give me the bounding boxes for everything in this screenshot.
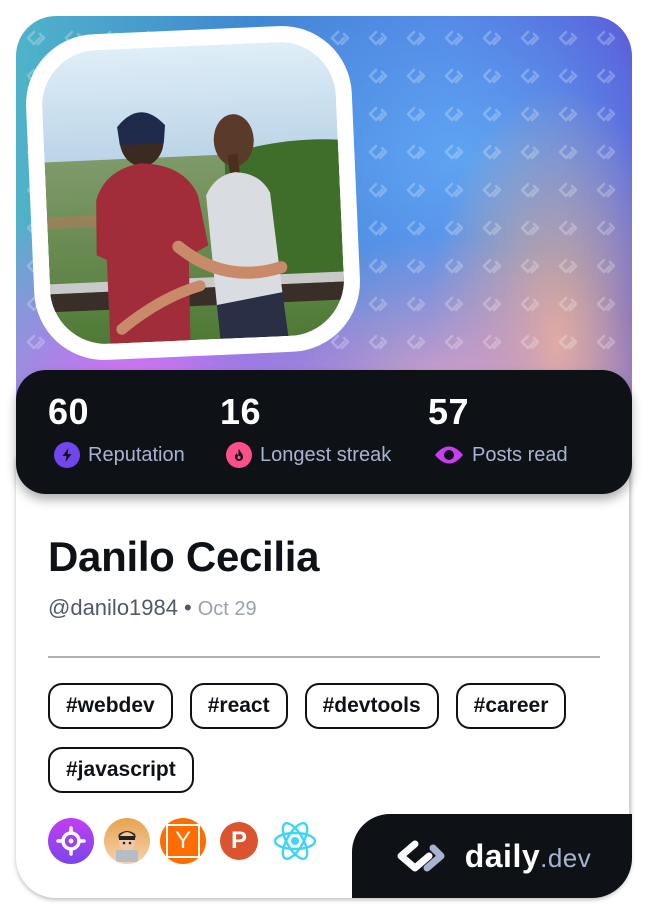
- profile-photo-image: [39, 39, 347, 347]
- lightning-icon: [54, 442, 80, 468]
- profile-handle: @danilo1984: [48, 595, 178, 620]
- product-hunt-icon[interactable]: P: [220, 822, 258, 860]
- tag-list: #webdev #react #devtools #career #javasc…: [48, 683, 608, 793]
- flame-icon: [226, 442, 252, 468]
- stat-posts-read: 57 Posts read: [428, 392, 568, 468]
- profile-meta: @danilo1984 • Oct 29: [48, 594, 257, 623]
- tag-webdev[interactable]: #webdev: [48, 683, 173, 729]
- tag-javascript[interactable]: #javascript: [48, 747, 194, 793]
- devcard: 60 Reputation 16 Longest streak 57 Posts…: [16, 16, 632, 898]
- separator-dot: •: [184, 595, 192, 620]
- stat-longest-streak: 16 Longest streak: [220, 392, 391, 468]
- crosshair-source-icon[interactable]: [48, 818, 94, 864]
- profile-name: Danilo Cecilia: [48, 533, 320, 580]
- eye-icon: [434, 442, 464, 468]
- profile-photo: [39, 39, 347, 347]
- stat-label: Reputation: [88, 444, 185, 466]
- tag-devtools[interactable]: #devtools: [304, 683, 439, 729]
- stat-value: 60: [48, 391, 90, 432]
- brand-tld: .dev: [540, 842, 592, 873]
- stat-value: 57: [428, 391, 470, 432]
- tag-react[interactable]: #react: [189, 683, 288, 729]
- brand-word: daily: [464, 837, 541, 874]
- dev-squad-avatar[interactable]: [104, 818, 150, 864]
- daily-dev-logo-icon: [397, 840, 445, 872]
- profile-date: Oct 29: [197, 598, 257, 620]
- stat-label: Posts read: [472, 444, 568, 466]
- stat-reputation: 60 Reputation: [48, 392, 185, 468]
- stat-label: Longest streak: [260, 444, 392, 466]
- divider: [48, 656, 600, 658]
- hacker-news-icon[interactable]: Y: [160, 818, 206, 864]
- product-hunt-letter: P: [230, 827, 247, 854]
- stat-value: 16: [220, 391, 262, 432]
- avatar-frame: [23, 23, 363, 363]
- stats-bar: 60 Reputation 16 Longest streak 57 Posts…: [16, 370, 632, 494]
- tag-career[interactable]: #career: [455, 683, 567, 729]
- hacker-news-letter: Y: [166, 824, 200, 858]
- daily-dev-logo: daily.dev: [352, 814, 632, 898]
- brand-wordmark: daily.dev: [465, 838, 592, 875]
- cover-background: [16, 16, 632, 416]
- favorite-sources: Y P: [48, 818, 328, 864]
- react-icon[interactable]: [272, 818, 318, 864]
